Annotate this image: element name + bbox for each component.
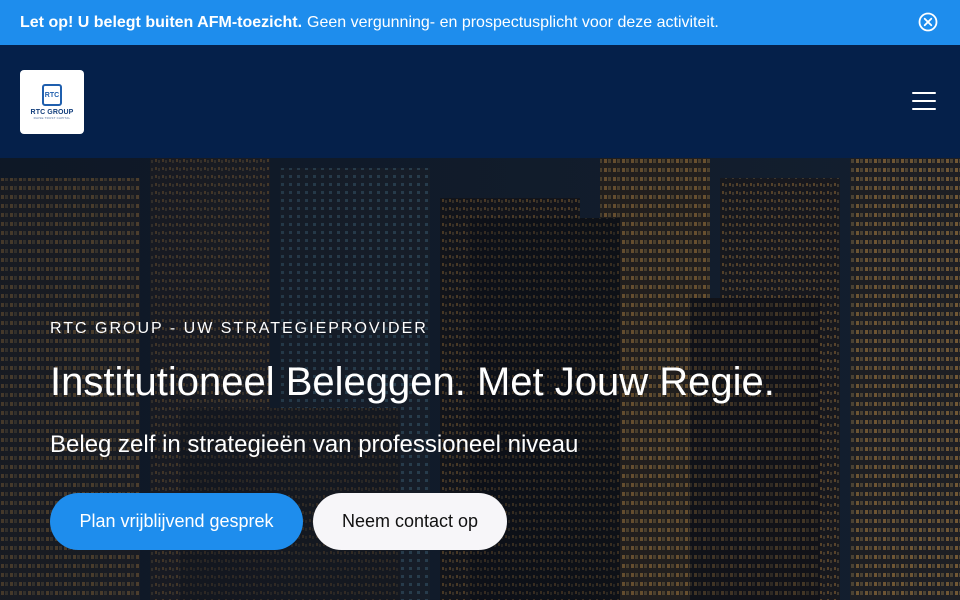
site-header: RTC RTC GROUP RAISE TRUST CAPITAL [0,45,960,158]
plan-gesprek-button[interactable]: Plan vrijblijvend gesprek [50,493,303,550]
hero-eyebrow: RTC GROUP - UW STRATEGIEPROVIDER [50,320,428,337]
hero-title: Institutioneel Beleggen. Met Jouw Regie. [50,360,775,404]
notice-text: Geen vergunning- en prospectusplicht voo… [307,13,719,31]
logo-brand-text: RTC GROUP [30,109,74,116]
rtc-group-logo[interactable]: RTC RTC GROUP RAISE TRUST CAPITAL [20,70,84,134]
afm-notice-bar: Let op! U belegt buiten AFM-toezicht. Ge… [0,0,960,45]
contact-button[interactable]: Neem contact op [313,493,507,550]
hamburger-menu-icon[interactable] [912,92,936,111]
logo-badge: RTC [42,84,62,106]
close-icon[interactable] [918,12,938,32]
logo-tagline: RAISE TRUST CAPITAL [33,116,71,120]
hero-section: RTC GROUP - UW STRATEGIEPROVIDER Institu… [0,158,960,600]
hero-subtitle: Beleg zelf in strategieën van profession… [50,431,579,458]
notice-warning-text: Let op! U belegt buiten AFM-toezicht. [20,13,303,31]
